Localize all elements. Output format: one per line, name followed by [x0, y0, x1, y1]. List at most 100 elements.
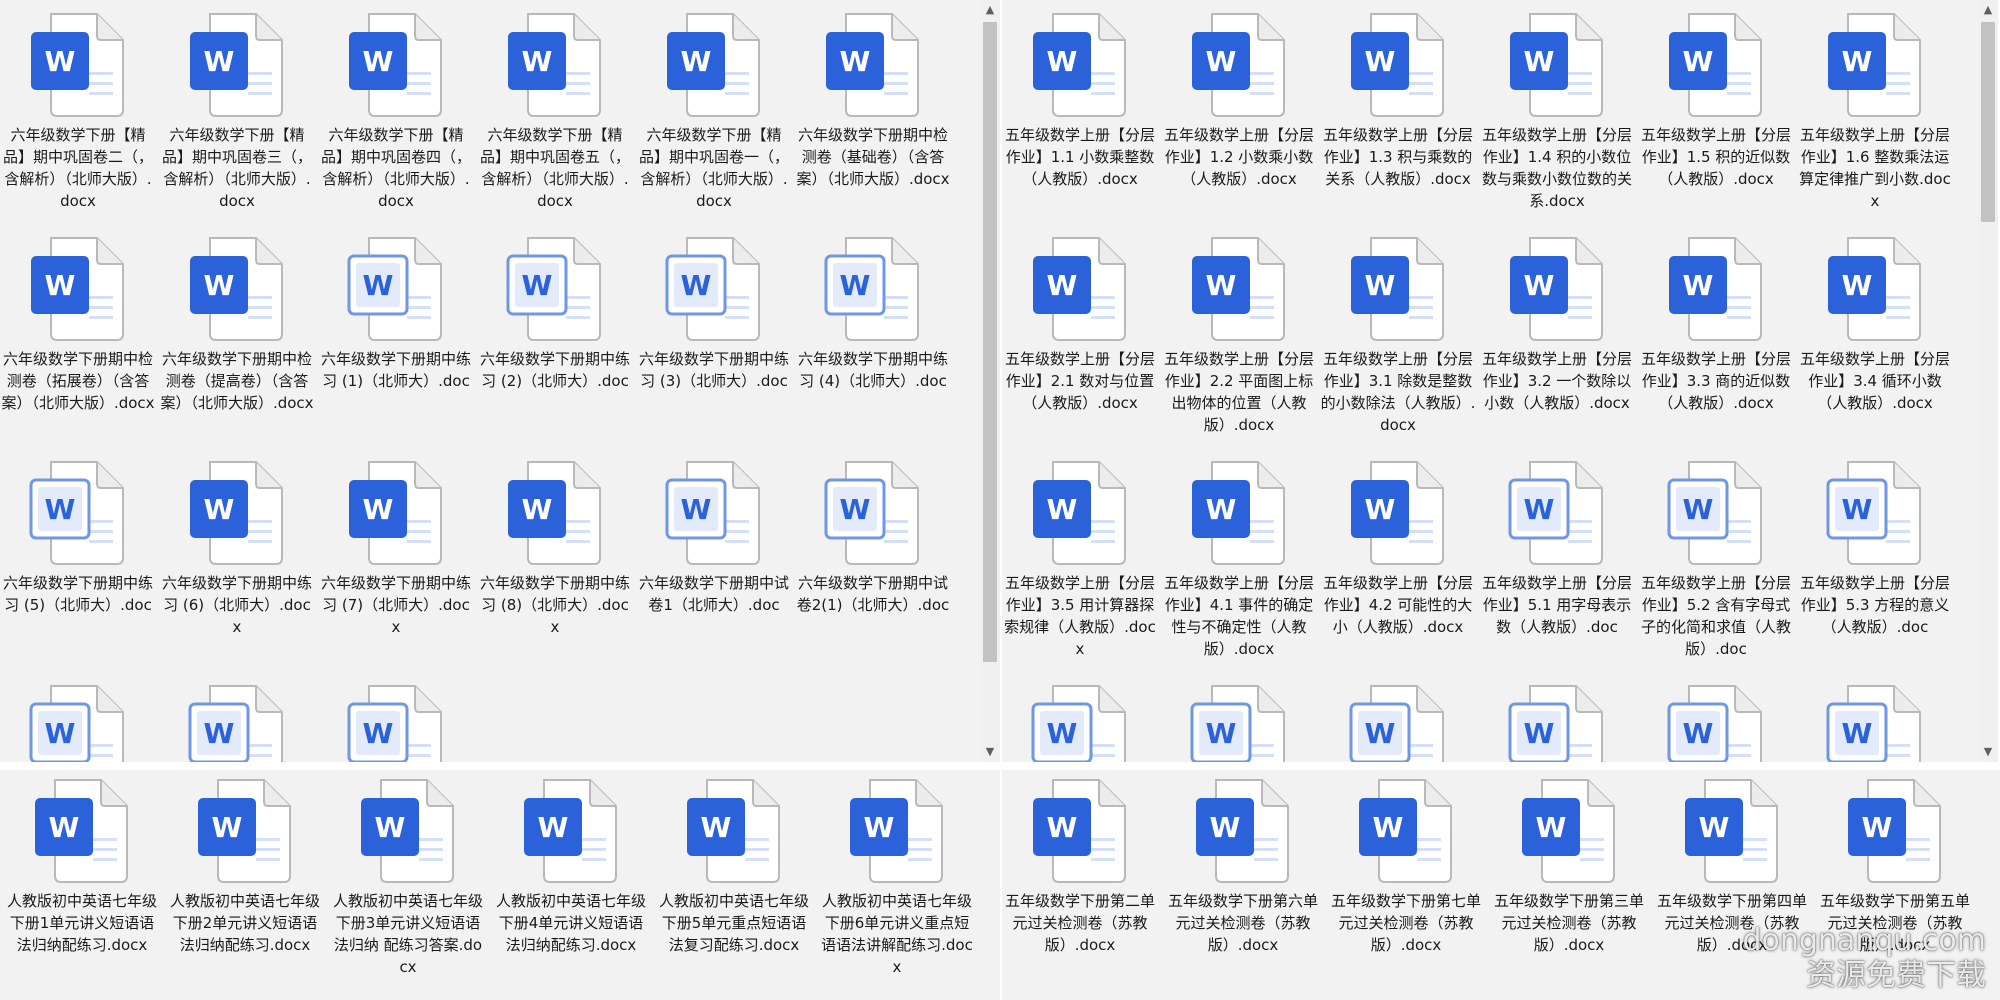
file-item[interactable]: W 六年级数学下册期中练习 (1)（北师大）.doc [316, 236, 476, 392]
file-item[interactable]: W [0, 684, 158, 762]
word-document-icon: W [1506, 460, 1608, 566]
file-name: 人教版初中英语七年级下册6单元讲义重点短语语法讲解配练习.docx [821, 892, 973, 976]
file-name: 六年级数学下册【精品】期中巩固卷二（，含解析）（北师大版）.docx [2, 126, 153, 210]
file-name: 六年级数学下册期中练习 (1)（北师大）.doc [320, 350, 471, 390]
svg-text:W: W [363, 45, 394, 78]
file-item[interactable]: W 六年级数学下册期中检测卷（提高卷）（含答案）（北师大版）.docx [157, 236, 317, 414]
word-document-icon: W [846, 778, 948, 884]
file-item[interactable]: W [1159, 684, 1319, 762]
file-name: 五年级数学上册【分层作业】5.3 方程的意义（人教版）.doc [1799, 574, 1950, 636]
file-item[interactable]: W 六年级数学下册期中练习 (3)（北师大）.doc [634, 236, 794, 392]
file-item[interactable]: W 六年级数学下册期中试卷1（北师大）.doc [634, 460, 794, 616]
file-item[interactable]: W 五年级数学上册【分层作业】1.2 小数乘小数（人教版）.docx [1159, 12, 1319, 190]
file-item[interactable]: W 人教版初中英语七年级下册3单元讲义短语语法归纳 配练习答案.docx [328, 778, 488, 978]
file-item[interactable]: W 人教版初中英语七年级下册6单元讲义重点短语语法讲解配练习.docx [817, 778, 977, 978]
file-name: 六年级数学下册期中试卷1（北师大）.doc [638, 574, 789, 614]
file-item[interactable]: W 五年级数学上册【分层作业】3.5 用计算器探索规律（人教版）.docx [1002, 460, 1160, 660]
scroll-up-arrow-icon[interactable]: ▲ [1978, 0, 1998, 20]
file-item[interactable]: W 五年级数学上册【分层作业】1.6 整数乘法运算定律推广到小数.docx [1795, 12, 1955, 212]
file-item[interactable]: W 六年级数学下册期中练习 (7)（北师大）.docx [316, 460, 476, 638]
scrollbar-thumb[interactable] [1981, 22, 1995, 222]
vertical-scrollbar-top-left[interactable]: ▲ ▼ [980, 0, 1000, 762]
file-item[interactable]: W 六年级数学下册期中试卷2(1)（北师大）.doc [793, 460, 953, 616]
word-document-icon: W [27, 684, 129, 762]
svg-text:W: W [204, 717, 235, 750]
svg-text:W: W [1047, 811, 1078, 844]
scroll-down-arrow-icon[interactable]: ▼ [1978, 742, 1998, 762]
file-item[interactable]: W [1795, 684, 1955, 762]
file-name: 六年级数学下册【精品】期中巩固卷一（，含解析）（北师大版）.docx [638, 126, 789, 210]
file-item[interactable]: W 六年级数学下册期中练习 (2)（北师大）.doc [475, 236, 635, 392]
svg-text:W: W [1365, 45, 1396, 78]
file-item[interactable]: W 五年级数学上册【分层作业】1.1 小数乘整数（人教版）.docx [1002, 12, 1160, 190]
file-item[interactable]: W 人教版初中英语七年级下册5单元重点短语语法复习配练习.docx [654, 778, 814, 956]
file-item[interactable]: W 五年级数学下册第三单元过关检测卷（苏教版）.docx [1489, 778, 1649, 956]
word-document-icon: W [504, 236, 606, 342]
file-item[interactable]: W 五年级数学上册【分层作业】3.1 除数是整数的小数除法（人教版）.docx [1318, 236, 1478, 436]
file-item[interactable]: W 人教版初中英语七年级下册2单元讲义短语语法归纳配练习.docx [165, 778, 325, 956]
file-item[interactable]: W 人教版初中英语七年级下册4单元讲义短语语法归纳配练习.docx [491, 778, 651, 956]
word-document-icon: W [1188, 236, 1290, 342]
file-name: 六年级数学下册期中练习 (6)（北师大）.docx [161, 574, 312, 636]
svg-text:W: W [681, 45, 712, 78]
file-item[interactable]: W [1318, 684, 1478, 762]
file-item[interactable]: W 六年级数学下册期中练习 (4)（北师大）.doc [793, 236, 953, 392]
svg-text:W: W [1524, 717, 1555, 750]
scroll-down-arrow-icon[interactable]: ▼ [980, 742, 1000, 762]
file-item[interactable]: W 五年级数学上册【分层作业】2.1 数对与位置（人教版）.docx [1002, 236, 1160, 414]
word-document-icon: W [1347, 684, 1449, 762]
file-item[interactable]: W 五年级数学上册【分层作业】3.3 商的近似数（人教版）.docx [1636, 236, 1796, 414]
svg-text:W: W [1365, 717, 1396, 750]
file-item[interactable]: W 五年级数学下册第六单元过关检测卷（苏教版）.docx [1163, 778, 1323, 956]
svg-text:W: W [1683, 269, 1714, 302]
file-item[interactable]: W 六年级数学下册期中检测卷（拓展卷）（含答案）（北师大版）.docx [0, 236, 158, 414]
file-item[interactable]: W 五年级数学上册【分层作业】1.3 积与乘数的关系（人教版）.docx [1318, 12, 1478, 190]
word-document-icon: W [27, 460, 129, 566]
file-name: 人教版初中英语七年级下册2单元讲义短语语法归纳配练习.docx [169, 892, 320, 954]
file-item[interactable]: W [316, 684, 476, 762]
scroll-up-arrow-icon[interactable]: ▲ [980, 0, 1000, 20]
scrollbar-thumb[interactable] [983, 22, 997, 662]
file-item[interactable]: W 五年级数学上册【分层作业】4.2 可能性的大小（人教版）.docx [1318, 460, 1478, 638]
file-item[interactable]: W 五年级数学上册【分层作业】5.3 方程的意义（人教版）.doc [1795, 460, 1955, 638]
file-item[interactable]: W 五年级数学上册【分层作业】5.2 含有字母式子的化简和求值（人教版）.doc [1636, 460, 1796, 660]
watermark-domain: dongnanqu.com [1742, 923, 1986, 958]
file-item[interactable]: W 五年级数学上册【分层作业】3.2 一个数除以小数（人教版）.docx [1477, 236, 1637, 414]
file-item[interactable]: W 五年级数学上册【分层作业】4.1 事件的确定性与不确定性（人教版）.docx [1159, 460, 1319, 660]
vertical-scrollbar-top-right[interactable]: ▲ ▼ [1978, 0, 1998, 762]
file-item[interactable]: W [1002, 684, 1160, 762]
word-document-icon: W [186, 12, 288, 118]
file-item[interactable]: W 五年级数学上册【分层作业】1.5 积的近似数（人教版）.docx [1636, 12, 1796, 190]
file-item[interactable]: W 六年级数学下册期中检测卷（基础卷）（含答案）（北师大版）.docx [793, 12, 953, 190]
word-document-icon: W [1188, 460, 1290, 566]
word-document-icon: W [663, 236, 765, 342]
file-item[interactable]: W [1636, 684, 1796, 762]
file-item[interactable]: W 六年级数学下册【精品】期中巩固卷三（，含解析）（北师大版）.docx [157, 12, 317, 212]
file-item[interactable]: W 六年级数学下册【精品】期中巩固卷五（，含解析）（北师大版）.docx [475, 12, 635, 212]
word-document-icon: W [27, 12, 129, 118]
file-item[interactable]: W 五年级数学上册【分层作业】5.1 用字母表示数（人教版）.doc [1477, 460, 1637, 638]
file-item[interactable]: W 六年级数学下册期中练习 (6)（北师大）.docx [157, 460, 317, 638]
file-item[interactable]: W 五年级数学下册第七单元过关检测卷（苏教版）.docx [1326, 778, 1486, 956]
file-name: 五年级数学上册【分层作业】1.3 积与乘数的关系（人教版）.docx [1322, 126, 1473, 188]
file-item[interactable]: W 六年级数学下册期中练习 (8)（北师大）.docx [475, 460, 635, 638]
file-item[interactable]: W [1477, 684, 1637, 762]
file-name: 人教版初中英语七年级下册1单元讲义短语语法归纳配练习.docx [6, 892, 157, 954]
svg-text:W: W [212, 811, 243, 844]
file-item[interactable]: W 人教版初中英语七年级下册1单元讲义短语语法归纳配练习.docx [2, 778, 162, 956]
word-document-icon: W [1029, 684, 1131, 762]
file-item[interactable]: W 五年级数学上册【分层作业】3.4 循环小数（人教版）.docx [1795, 236, 1955, 414]
file-name: 五年级数学上册【分层作业】3.3 商的近似数（人教版）.docx [1640, 350, 1791, 412]
file-item[interactable]: W 五年级数学上册【分层作业】1.4 积的小数位数与乘数小数位数的关系.docx [1477, 12, 1637, 212]
file-item[interactable]: W [157, 684, 317, 762]
word-document-icon: W [1665, 12, 1767, 118]
file-item[interactable]: W 五年级数学上册【分层作业】2.2 平面图上标出物体的位置（人教版）.docx [1159, 236, 1319, 436]
svg-text:W: W [522, 269, 553, 302]
file-item[interactable]: W 六年级数学下册【精品】期中巩固卷一（，含解析）（北师大版）.docx [634, 12, 794, 212]
file-item[interactable]: W 六年级数学下册【精品】期中巩固卷四（，含解析）（北师大版）.docx [316, 12, 476, 212]
word-document-icon: W [1029, 778, 1131, 884]
file-name: 六年级数学下册期中练习 (2)（北师大）.doc [479, 350, 630, 390]
file-item[interactable]: W 六年级数学下册【精品】期中巩固卷二（，含解析）（北师大版）.docx [0, 12, 158, 212]
file-item[interactable]: W 五年级数学下册第二单元过关检测卷（苏教版）.docx [1002, 778, 1160, 956]
file-item[interactable]: W 六年级数学下册期中练习 (5)（北师大）.doc [0, 460, 158, 616]
